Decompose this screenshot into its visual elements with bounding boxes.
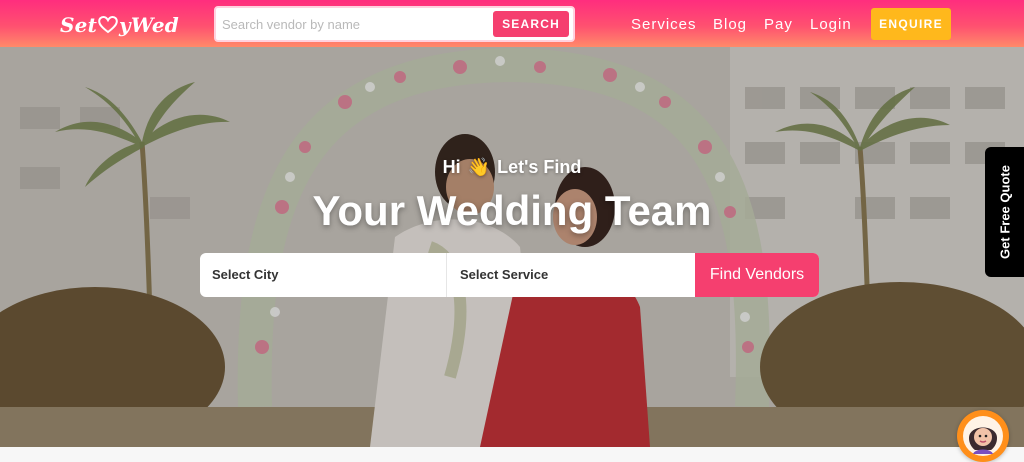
get-free-quote-label: Get Free Quote bbox=[997, 165, 1012, 259]
hero-banner: Hi 👋 Let's Find Your Wedding Team Select… bbox=[0, 47, 1024, 447]
site-logo[interactable]: Set yWed bbox=[60, 12, 179, 38]
city-select[interactable]: Select City bbox=[200, 253, 447, 297]
greeting-lets-find: Let's Find bbox=[497, 157, 582, 177]
hero-headline: Your Wedding Team bbox=[312, 187, 712, 234]
hero-greeting: Hi 👋 Let's Find bbox=[0, 157, 1024, 178]
chat-avatar-illustration bbox=[963, 416, 1003, 456]
logo-text-left: Set bbox=[60, 13, 98, 37]
vendor-search: SEARCH bbox=[214, 6, 575, 42]
service-select[interactable]: Select Service bbox=[448, 253, 695, 297]
nav-services-link[interactable]: Services bbox=[631, 16, 697, 33]
nav-pay-link[interactable]: Pay bbox=[764, 16, 793, 33]
vendor-search-input[interactable] bbox=[222, 14, 486, 34]
enquire-button[interactable]: ENQUIRE bbox=[871, 8, 951, 40]
nav-login-link[interactable]: Login bbox=[810, 16, 852, 33]
search-button[interactable]: SEARCH bbox=[493, 11, 569, 37]
wave-hand-icon: 👋 bbox=[467, 157, 491, 177]
find-vendors-button[interactable]: Find Vendors bbox=[695, 253, 819, 297]
page-content-edge bbox=[0, 447, 1024, 462]
greeting-hi: Hi bbox=[442, 157, 461, 177]
get-free-quote-tab[interactable]: Get Free Quote bbox=[985, 147, 1024, 277]
hero-overlay bbox=[0, 47, 1024, 447]
chat-avatar-icon[interactable] bbox=[957, 410, 1009, 462]
heart-icon bbox=[98, 16, 118, 34]
vendor-finder: Select City Select Service Find Vendors bbox=[200, 253, 819, 297]
top-nav-bar: Set yWed SEARCH Services Blog Pay Login … bbox=[0, 0, 1024, 47]
nav-blog-link[interactable]: Blog bbox=[713, 16, 747, 33]
logo-text-right: yWed bbox=[119, 13, 179, 37]
